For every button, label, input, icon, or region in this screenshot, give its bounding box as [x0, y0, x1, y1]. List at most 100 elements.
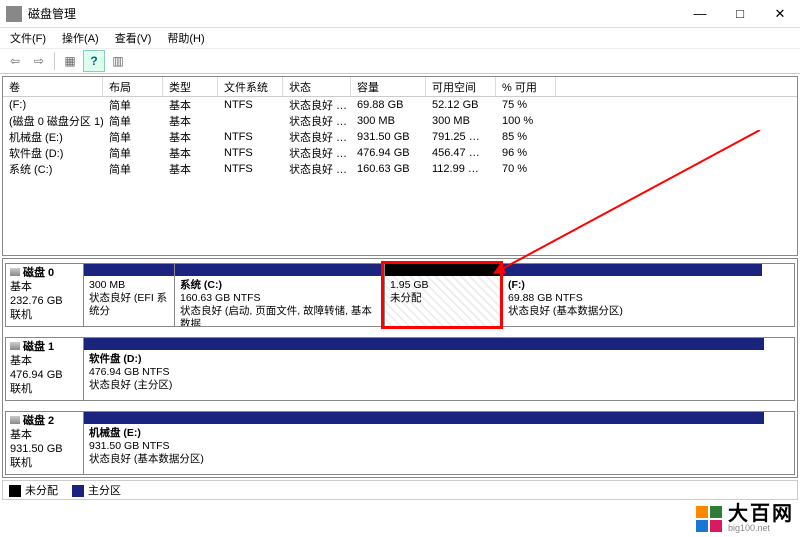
volume-row[interactable]: (F:)简单基本NTFS状态良好 …69.88 GB52.12 GB75 %: [3, 97, 797, 113]
close-button[interactable]: ✕: [760, 0, 800, 28]
disk-info[interactable]: 磁盘 0基本232.76 GB联机: [6, 264, 84, 326]
disk-partitions: 300 MB状态良好 (EFI 系统分系统 (C:)160.63 GB NTFS…: [84, 264, 794, 326]
watermark-logo: [696, 506, 722, 532]
settings-button[interactable]: ▥: [107, 50, 129, 72]
watermark-url: big100.net: [728, 524, 794, 533]
cell-free: 456.47 …: [426, 147, 496, 159]
partition[interactable]: 1.95 GB未分配: [384, 264, 502, 326]
cell-pct: 75 %: [496, 99, 556, 111]
cell-vol: (F:): [3, 99, 103, 111]
cell-vol: 机械盘 (E:): [3, 129, 103, 145]
volume-list-body: (F:)简单基本NTFS状态良好 …69.88 GB52.12 GB75 %(磁…: [3, 97, 797, 177]
refresh-button[interactable]: ▦: [59, 50, 81, 72]
volume-row[interactable]: 系统 (C:)简单基本NTFS状态良好 …160.63 GB112.99 …70…: [3, 161, 797, 177]
forward-button[interactable]: ⇨: [28, 50, 50, 72]
col-status[interactable]: 状态: [283, 77, 351, 96]
cell-type: 基本: [163, 161, 218, 177]
help-button[interactable]: ?: [83, 50, 105, 72]
cell-type: 基本: [163, 113, 218, 129]
volume-row[interactable]: (磁盘 0 磁盘分区 1)简单基本状态良好 …300 MB300 MB100 %: [3, 113, 797, 129]
disk-partitions: 机械盘 (E:)931.50 GB NTFS状态良好 (基本数据分区): [84, 412, 794, 474]
partition[interactable]: 系统 (C:)160.63 GB NTFS状态良好 (启动, 页面文件, 故障转…: [174, 264, 384, 326]
cell-cap: 931.50 GB: [351, 131, 426, 143]
watermark: 大百网 big100.net: [696, 504, 794, 533]
cell-fs: NTFS: [218, 147, 283, 159]
col-capacity[interactable]: 容量: [351, 77, 426, 96]
col-type[interactable]: 类型: [163, 77, 218, 96]
watermark-name: 大百网: [728, 504, 794, 524]
cell-type: 基本: [163, 129, 218, 145]
col-fs[interactable]: 文件系统: [218, 77, 283, 96]
cell-pct: 85 %: [496, 131, 556, 143]
cell-status: 状态良好 …: [283, 129, 351, 145]
col-pct[interactable]: % 可用: [496, 77, 556, 96]
maximize-button[interactable]: □: [720, 0, 760, 28]
cell-pct: 96 %: [496, 147, 556, 159]
partition-body: 系统 (C:)160.63 GB NTFS状态良好 (启动, 页面文件, 故障转…: [175, 276, 384, 326]
disk-map: 磁盘 0基本232.76 GB联机300 MB状态良好 (EFI 系统分系统 (…: [2, 258, 798, 478]
col-layout[interactable]: 布局: [103, 77, 163, 96]
cell-status: 状态良好 …: [283, 97, 351, 113]
cell-free: 52.12 GB: [426, 99, 496, 111]
partition[interactable]: (F:)69.88 GB NTFS状态良好 (基本数据分区): [502, 264, 762, 326]
partition[interactable]: 300 MB状态良好 (EFI 系统分: [84, 264, 174, 326]
volume-row[interactable]: 软件盘 (D:)简单基本NTFS状态良好 …476.94 GB456.47 …9…: [3, 145, 797, 161]
cell-fs: NTFS: [218, 131, 283, 143]
cell-cap: 300 MB: [351, 115, 426, 127]
cell-cap: 476.94 GB: [351, 147, 426, 159]
partition[interactable]: 软件盘 (D:)476.94 GB NTFS状态良好 (主分区): [84, 338, 764, 400]
volume-list-header: 卷 布局 类型 文件系统 状态 容量 可用空间 % 可用: [3, 77, 797, 97]
menu-file[interactable]: 文件(F): [4, 29, 52, 47]
menu-bar: 文件(F) 操作(A) 查看(V) 帮助(H): [0, 28, 800, 48]
partition-stripe: [84, 264, 174, 276]
cell-layout: 简单: [103, 129, 163, 145]
cell-status: 状态良好 …: [283, 145, 351, 161]
legend: 未分配 主分区: [2, 480, 798, 500]
col-volume[interactable]: 卷: [3, 77, 103, 96]
cell-type: 基本: [163, 145, 218, 161]
menu-action[interactable]: 操作(A): [56, 29, 105, 47]
app-icon: [6, 6, 22, 22]
disk-box: 磁盘 1基本476.94 GB联机软件盘 (D:)476.94 GB NTFS状…: [5, 337, 795, 401]
partition-stripe: [175, 264, 384, 276]
partition-body: 软件盘 (D:)476.94 GB NTFS状态良好 (主分区): [84, 350, 764, 400]
cell-pct: 100 %: [496, 115, 556, 127]
cell-layout: 简单: [103, 145, 163, 161]
cell-type: 基本: [163, 97, 218, 113]
cell-vol: (磁盘 0 磁盘分区 1): [3, 113, 103, 129]
swatch-primary: [72, 485, 84, 497]
cell-status: 状态良好 …: [283, 113, 351, 129]
cell-layout: 简单: [103, 161, 163, 177]
cell-pct: 70 %: [496, 163, 556, 175]
disk-info[interactable]: 磁盘 2基本931.50 GB联机: [6, 412, 84, 474]
legend-primary: 主分区: [72, 482, 121, 498]
cell-fs: NTFS: [218, 163, 283, 175]
cell-layout: 简单: [103, 97, 163, 113]
disk-info[interactable]: 磁盘 1基本476.94 GB联机: [6, 338, 84, 400]
toolbar: ⇦ ⇨ ▦ ? ▥: [0, 48, 800, 74]
cell-free: 791.25 …: [426, 131, 496, 143]
partition-stripe: [385, 264, 502, 276]
back-button[interactable]: ⇦: [4, 50, 26, 72]
window-title: 磁盘管理: [28, 5, 680, 22]
partition[interactable]: 机械盘 (E:)931.50 GB NTFS状态良好 (基本数据分区): [84, 412, 764, 474]
volume-row[interactable]: 机械盘 (E:)简单基本NTFS状态良好 …931.50 GB791.25 …8…: [3, 129, 797, 145]
partition-stripe: [503, 264, 762, 276]
disk-box: 磁盘 2基本931.50 GB联机机械盘 (E:)931.50 GB NTFS状…: [5, 411, 795, 475]
menu-help[interactable]: 帮助(H): [161, 29, 210, 47]
partition-stripe: [84, 338, 764, 350]
menu-view[interactable]: 查看(V): [109, 29, 158, 47]
cell-layout: 简单: [103, 113, 163, 129]
volume-list: 卷 布局 类型 文件系统 状态 容量 可用空间 % 可用 (F:)简单基本NTF…: [2, 76, 798, 256]
partition-body: (F:)69.88 GB NTFS状态良好 (基本数据分区): [503, 276, 762, 326]
col-free[interactable]: 可用空间: [426, 77, 496, 96]
swatch-unallocated: [9, 485, 21, 497]
cell-fs: NTFS: [218, 99, 283, 111]
cell-status: 状态良好 …: [283, 161, 351, 177]
cell-vol: 系统 (C:): [3, 161, 103, 177]
minimize-button[interactable]: —: [680, 0, 720, 28]
partition-body: 1.95 GB未分配: [385, 276, 502, 326]
disk-box: 磁盘 0基本232.76 GB联机300 MB状态良好 (EFI 系统分系统 (…: [5, 263, 795, 327]
partition-stripe: [84, 412, 764, 424]
partition-body: 300 MB状态良好 (EFI 系统分: [84, 276, 174, 326]
